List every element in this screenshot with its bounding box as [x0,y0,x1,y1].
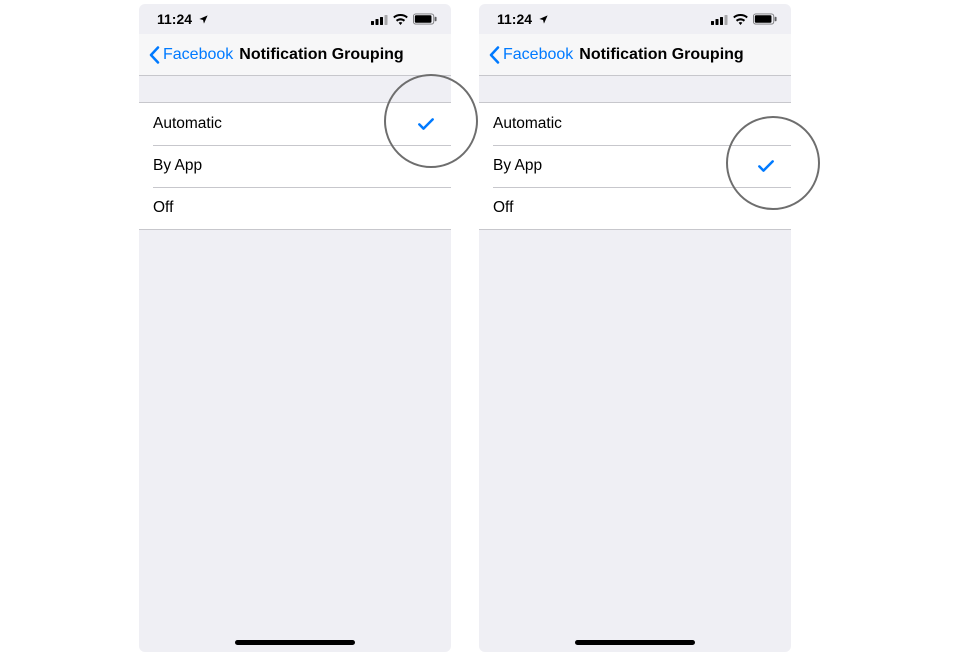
options-list: Automatic By App Off [479,102,791,230]
back-button[interactable]: Facebook [487,45,573,65]
option-off[interactable]: Off [139,187,451,229]
back-label: Facebook [503,46,573,64]
nav-bar: Facebook Notification Grouping [139,34,451,76]
option-label: Off [493,199,513,217]
cell-signal-icon [711,14,728,25]
option-off[interactable]: Off [479,187,791,229]
nav-title: Notification Grouping [239,46,403,64]
option-label: Off [153,199,173,217]
group-spacer [139,76,451,102]
options-list: Automatic By App Off [139,102,451,230]
option-label: Automatic [493,115,562,133]
home-indicator[interactable] [235,640,355,645]
chevron-left-icon [147,45,161,65]
phone-frame: 11:24 Fa [139,4,451,652]
battery-icon [413,13,437,25]
option-by-app[interactable]: By App [139,145,451,187]
battery-icon [753,13,777,25]
option-label: Automatic [153,115,222,133]
chevron-left-icon [487,45,501,65]
nav-bar: Facebook Notification Grouping [479,34,791,76]
location-icon [538,14,549,25]
wifi-icon [393,14,408,25]
group-spacer [479,76,791,102]
wifi-icon [733,14,748,25]
back-button[interactable]: Facebook [147,45,233,65]
cell-signal-icon [371,14,388,25]
option-label: By App [493,157,542,175]
screenshot-left: 11:24 Fa [139,4,451,652]
option-automatic[interactable]: Automatic [139,103,451,145]
back-label: Facebook [163,46,233,64]
nav-title: Notification Grouping [579,46,743,64]
screenshot-right: 11:24 Fa [479,4,791,652]
status-time: 11:24 [497,11,532,27]
comparison-stage: { "status": { "time": "11:24" }, "nav": … [0,0,960,662]
status-time: 11:24 [157,11,192,27]
checkmark-icon [755,155,777,177]
option-by-app[interactable]: By App [479,145,791,187]
home-indicator[interactable] [575,640,695,645]
option-automatic[interactable]: Automatic [479,103,791,145]
status-bar: 11:24 [139,4,451,34]
option-label: By App [153,157,202,175]
location-icon [198,14,209,25]
phone-frame: 11:24 Fa [479,4,791,652]
checkmark-icon [415,113,437,135]
status-bar: 11:24 [479,4,791,34]
